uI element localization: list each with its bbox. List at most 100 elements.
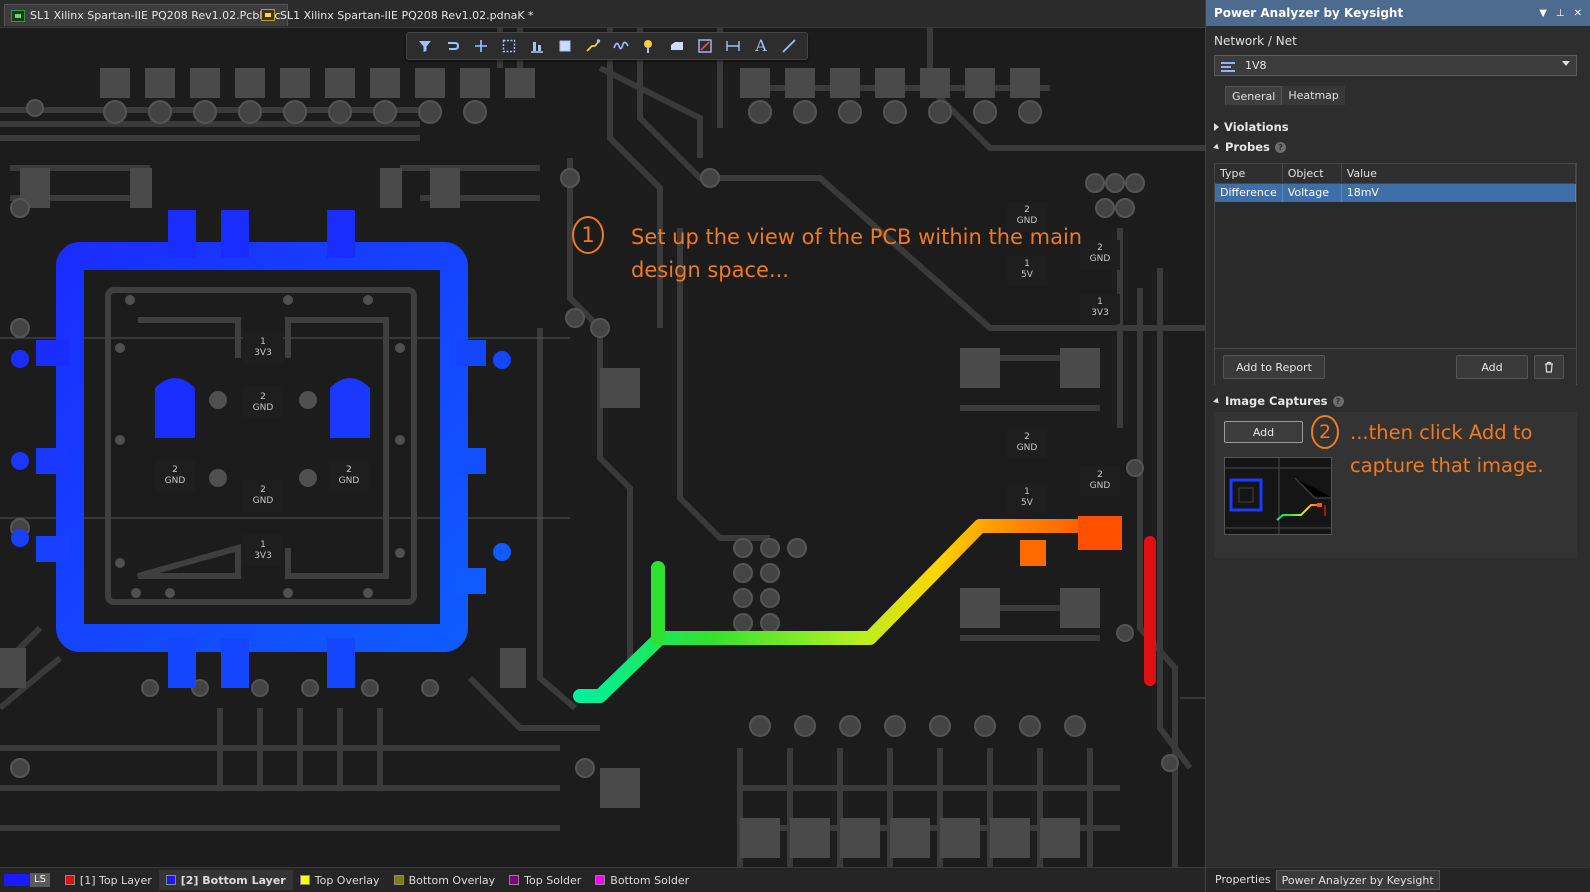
label-right-5v-c-num: 1	[1024, 487, 1030, 497]
net-icon	[1221, 61, 1237, 72]
col-header-type[interactable]: Type	[1215, 164, 1283, 184]
tab-pdnak[interactable]: SL1 Xilinx Spartan-IIE PQ208 Rev1.02.pdn…	[255, 4, 540, 26]
crosshair-icon[interactable]	[469, 35, 493, 57]
panel-header-controls: ▼ ⊥ ✕	[1539, 8, 1582, 19]
net-dropdown[interactable]: 1V8	[1214, 55, 1577, 76]
layer-tab-top-overlay[interactable]: Top Overlay	[293, 870, 387, 890]
label-gnd-right-net: GND	[339, 476, 360, 486]
image-captures-section-header[interactable]: Image Captures ?	[1213, 394, 1344, 408]
interactive-route-icon[interactable]	[581, 35, 605, 57]
layer-set-selector[interactable]: LS	[4, 873, 50, 887]
layer-tab-top-solder[interactable]: Top Solder	[502, 870, 588, 890]
probes-section-header[interactable]: Probes ?	[1213, 140, 1286, 154]
document-tab-bar: SL1 Xilinx Spartan-IIE PQ208 Rev1.02.Pcb…	[0, 0, 1205, 28]
delete-probe-button[interactable]	[1534, 355, 1564, 379]
tab-pcbdoc[interactable]: SL1 Xilinx Spartan-IIE PQ208 Rev1.02.Pcb…	[4, 4, 288, 26]
panel-menu-icon[interactable]: ▼	[1539, 8, 1547, 19]
text-icon-glyph: A	[755, 36, 767, 55]
layer-tab-bottom-solder[interactable]: Bottom Solder	[588, 870, 696, 890]
top-solder-swatch	[509, 875, 520, 885]
step1-number: 1	[581, 223, 595, 247]
collapse-arrow-icon	[1213, 397, 1221, 405]
image-captures-area: Add 2 ...then click Add to capture that …	[1214, 412, 1577, 558]
panel-bottom-tabs: Properties Power Analyzer by Keysight	[1206, 867, 1590, 892]
label-3v3-top-net: 3V3	[254, 348, 272, 358]
text-icon[interactable]: A	[749, 35, 773, 57]
help-icon[interactable]: ?	[1274, 141, 1286, 153]
component-icon[interactable]	[553, 35, 577, 57]
step2-callout: ...then click Add to capture that image.	[1350, 416, 1575, 482]
layer-tab-bottom-overlay[interactable]: Bottom Overlay	[387, 870, 503, 890]
label-right-3v3-b-net: 3V3	[1091, 308, 1109, 318]
label-gnd-center-net: GND	[253, 403, 274, 413]
chevron-down-icon	[1562, 61, 1570, 66]
label-right-gnd-d-net: GND	[1090, 481, 1111, 491]
add-capture-button[interactable]: Add	[1224, 421, 1303, 443]
probes-table: Type Object Value Difference Voltage 18m…	[1215, 164, 1577, 202]
label-gnd-right-num: 2	[346, 465, 352, 475]
top-overlay-swatch	[299, 875, 310, 885]
bottom-tab-power-analyzer[interactable]: Power Analyzer by Keysight	[1275, 870, 1440, 890]
step2-line2: capture that image.	[1350, 454, 1544, 477]
layer-label: [1] Top Layer	[79, 873, 152, 887]
layer-set-label: LS	[30, 873, 50, 887]
trash-icon	[1545, 361, 1553, 373]
fill-icon[interactable]	[665, 35, 689, 57]
add-probe-button[interactable]: Add	[1456, 355, 1528, 379]
col-header-value[interactable]: Value	[1341, 164, 1577, 184]
layer-label: Top Solder	[524, 873, 582, 887]
layer-tab-top-layer[interactable]: [1] Top Layer	[58, 870, 159, 890]
active-bar-toolbar: A	[406, 32, 808, 60]
step2-badge: 2	[1311, 415, 1339, 449]
network-net-label: Network / Net	[1214, 34, 1297, 48]
panel-header: Power Analyzer by Keysight ▼ ⊥ ✕	[1206, 0, 1590, 26]
route-icon[interactable]	[441, 35, 465, 57]
cell-object: Voltage	[1282, 183, 1342, 202]
add-to-report-button[interactable]: Add to Report	[1223, 355, 1325, 379]
panel-title: Power Analyzer by Keysight	[1214, 6, 1404, 20]
fpga-net-copper	[11, 210, 511, 688]
tab-general[interactable]: General	[1225, 86, 1283, 105]
layer-label: [2] Bottom Layer	[180, 873, 286, 887]
layer-tab-bar: LS [1] Top Layer [2] Bottom Layer Top Ov…	[0, 867, 1205, 892]
filter-icon[interactable]	[413, 35, 437, 57]
pin-icon[interactable]: ⊥	[1556, 8, 1565, 19]
power-analyzer-panel: Power Analyzer by Keysight ▼ ⊥ ✕ Network…	[1205, 0, 1590, 892]
tab-pcbdoc-label: SL1 Xilinx Spartan-IIE PQ208 Rev1.02.Pcb…	[30, 9, 281, 22]
step1-line1: Set up the view of the PCB within the ma…	[631, 225, 1083, 249]
label-3v3-bottom-num: 1	[260, 540, 266, 550]
current-layer-swatch	[4, 874, 30, 886]
pdn-file-icon	[261, 9, 275, 21]
select-rect-icon[interactable]	[497, 35, 521, 57]
label-right-gnd-c-num: 2	[1024, 432, 1030, 442]
table-row[interactable]: Difference Voltage 18mV	[1215, 183, 1577, 202]
layer-tab-bottom-layer[interactable]: [2] Bottom Layer	[158, 870, 293, 890]
app-window: SL1 Xilinx Spartan-IIE PQ208 Rev1.02.Pcb…	[0, 0, 1590, 892]
close-icon[interactable]: ✕	[1574, 8, 1582, 19]
via-icon[interactable]	[637, 35, 661, 57]
help-icon[interactable]: ?	[1332, 395, 1344, 407]
diff-pair-icon[interactable]	[609, 35, 633, 57]
label-3v3-top-num: 1	[260, 337, 266, 347]
line-icon[interactable]	[777, 35, 801, 57]
bottom-layer-swatch	[165, 875, 176, 885]
probes-footer: Add to Report Add	[1215, 348, 1576, 385]
label-gnd-center-num: 2	[260, 392, 266, 402]
bottom-overlay-swatch	[393, 875, 404, 885]
step2-number: 2	[1318, 421, 1332, 443]
label-gnd-lower-num: 2	[260, 485, 266, 495]
bottom-tab-properties[interactable]: Properties	[1210, 870, 1276, 890]
label-gnd-left-num: 2	[172, 465, 178, 475]
capture-thumbnail[interactable]	[1224, 457, 1332, 535]
tab-pdnak-label: SL1 Xilinx Spartan-IIE PQ208 Rev1.02.pdn…	[280, 8, 534, 22]
tab-heatmap[interactable]: Heatmap	[1282, 86, 1345, 105]
layer-label: Bottom Overlay	[408, 873, 496, 887]
col-header-object[interactable]: Object	[1282, 164, 1342, 184]
region-icon[interactable]	[693, 35, 717, 57]
pcb-canvas[interactable]: 1 3V3 2 GND 2 GND 2 GND 2 GND 1 3V3 2 GN…	[0, 28, 1205, 867]
dimension-icon[interactable]	[721, 35, 745, 57]
panel-tabs: General Heatmap	[1225, 86, 1345, 105]
violations-section-header[interactable]: Violations	[1214, 120, 1289, 134]
image-captures-label: Image Captures	[1225, 394, 1328, 408]
align-icon[interactable]	[525, 35, 549, 57]
